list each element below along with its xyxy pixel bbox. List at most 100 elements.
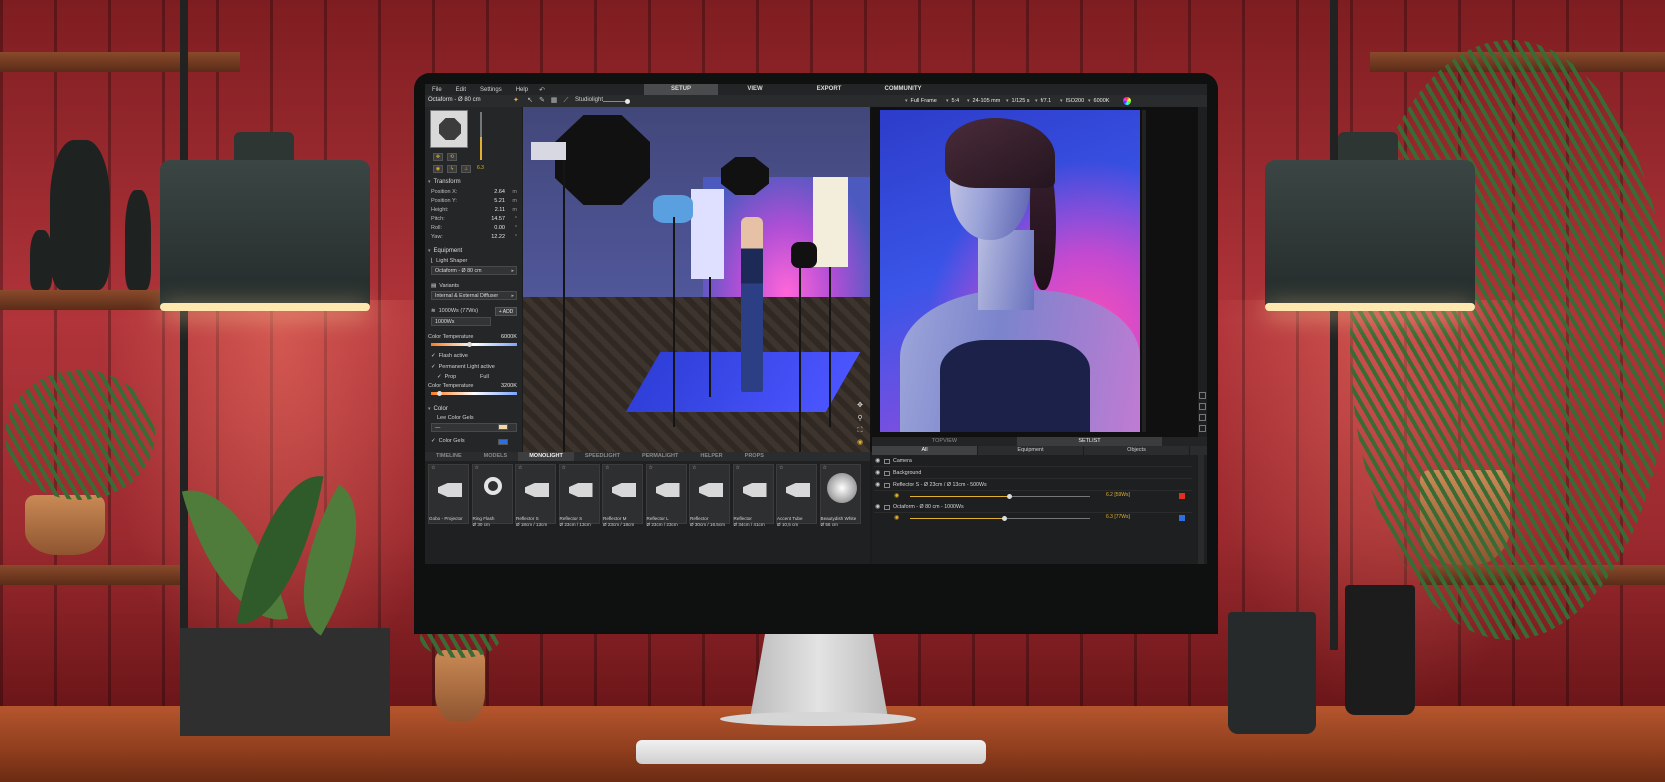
move-icon[interactable]: ✥: [856, 402, 864, 410]
camera-aperture[interactable]: ▾ f/7.1: [1035, 96, 1051, 106]
eye-icon[interactable]: ◉: [875, 502, 880, 513]
camera-wb[interactable]: ▾ 6000K: [1088, 96, 1109, 106]
grid-icon[interactable]: ▦: [549, 96, 559, 106]
favorite-icon[interactable]: ☆: [605, 465, 609, 471]
compare-icon[interactable]: [1199, 414, 1206, 421]
tab-topview[interactable]: TOPVIEW: [872, 437, 1017, 446]
favorite-icon[interactable]: ☆: [431, 465, 435, 471]
tab-props[interactable]: PROPS: [734, 452, 775, 461]
bulb-icon[interactable]: ◉: [894, 492, 899, 499]
studio-3d-viewport[interactable]: ✥ ⚲ ⛶ ◉: [523, 107, 870, 452]
color-temp-knob[interactable]: [467, 342, 472, 347]
move-icon[interactable]: ✥: [433, 153, 443, 161]
library-item[interactable]: ☆: [645, 464, 687, 524]
eye-icon[interactable]: ◉: [856, 439, 864, 447]
color-header[interactable]: ▾ Color: [428, 406, 448, 412]
setlist-row-reflector[interactable]: ◉ Reflector S - Ø 23cm / Ø 13cm - 500Ws: [874, 480, 1192, 491]
filter-all[interactable]: All: [872, 446, 978, 455]
tab-monolight[interactable]: MONOLIGHT: [518, 452, 574, 461]
histogram-icon[interactable]: [1199, 403, 1206, 410]
library-item[interactable]: ☆: [558, 464, 600, 524]
library-item[interactable]: ☆: [732, 464, 774, 524]
stand-icon[interactable]: ⊥: [461, 165, 471, 173]
favorite-icon[interactable]: ☆: [692, 465, 696, 471]
light-shaper-dropdown[interactable]: Octaform - Ø 80 cm ▸: [431, 266, 517, 275]
pin-icon[interactable]: ✦: [513, 96, 519, 104]
color-temp2-slider[interactable]: [431, 392, 517, 395]
bulb-icon[interactable]: ◉: [894, 514, 899, 521]
flash-power-field[interactable]: 1000Ws: [431, 317, 491, 326]
zoom-icon[interactable]: ⚲: [856, 415, 864, 423]
favorite-icon[interactable]: ☆: [779, 465, 783, 471]
library-item[interactable]: ☆: [428, 464, 469, 524]
studiolight-slider-knob[interactable]: [625, 99, 630, 104]
menu-help[interactable]: Help: [509, 87, 535, 93]
library-item[interactable]: ☆: [819, 464, 861, 524]
eye-icon[interactable]: ◉: [875, 468, 880, 479]
setlist-row-octaform[interactable]: ◉ Octaform - Ø 80 cm - 1000Ws: [874, 502, 1192, 513]
menu-edit[interactable]: Edit: [449, 87, 473, 93]
library-item[interactable]: ☆: [602, 464, 643, 524]
octaform-color-swatch[interactable]: [1179, 515, 1185, 521]
filter-equipment[interactable]: Equipment: [978, 446, 1084, 455]
measure-icon[interactable]: ⟋: [561, 96, 571, 106]
color-wheel-icon[interactable]: [1123, 97, 1131, 105]
eye-icon[interactable]: ◉: [875, 456, 880, 467]
camera-ratio[interactable]: ▾ 5:4: [946, 96, 959, 106]
favorite-icon[interactable]: ☆: [649, 465, 653, 471]
camera-lens[interactable]: ▾ 24-105 mm: [967, 96, 1000, 106]
favorite-icon[interactable]: ☆: [736, 465, 740, 471]
octabox-light[interactable]: [555, 115, 650, 205]
pitch-row[interactable]: Pitch: 14.57 °: [431, 216, 519, 224]
eye-icon[interactable]: ◉: [875, 480, 880, 491]
favorite-icon[interactable]: ☆: [562, 465, 566, 471]
flash-icon[interactable]: ϟ: [447, 165, 457, 173]
library-item[interactable]: ☆: [689, 464, 730, 524]
octaform-power-knob[interactable]: [1001, 516, 1007, 521]
camera-format[interactable]: ▾ Full Frame: [905, 96, 937, 106]
tab-helper[interactable]: HELPER: [689, 452, 733, 461]
filter-objects[interactable]: Objects: [1084, 446, 1190, 455]
tab-permalight[interactable]: PERMALIGHT: [631, 452, 689, 461]
menu-file[interactable]: File: [425, 87, 449, 93]
tab-speedlight[interactable]: SPEEDLIGHT: [574, 452, 631, 461]
permanent-light-checkbox[interactable]: ✓ Permanent Light active: [431, 364, 495, 370]
position-y-row[interactable]: Position Y: 5.21 m: [431, 198, 519, 206]
height-row[interactable]: Height: 2.11 m: [431, 207, 519, 215]
prop-checkbox[interactable]: ✓ Prop: [437, 374, 456, 380]
color-gel-swatch[interactable]: [498, 439, 508, 445]
tab-view[interactable]: VIEW: [718, 84, 792, 95]
fullscreen-icon[interactable]: [1199, 425, 1206, 432]
variants-dropdown[interactable]: Internal & External Diffuser ▸: [431, 291, 517, 300]
favorite-icon[interactable]: ☆: [475, 465, 479, 471]
menu-settings[interactable]: Settings: [473, 87, 509, 93]
reflector-power-knob[interactable]: [1007, 494, 1012, 499]
model-figure[interactable]: [741, 217, 763, 392]
camera-iso[interactable]: ▾ ISO200: [1060, 96, 1084, 106]
tab-setup[interactable]: SETUP: [644, 84, 718, 95]
add-button[interactable]: + ADD: [495, 307, 517, 316]
library-item[interactable]: ☆: [471, 464, 513, 524]
equipment-header[interactable]: ▾ Equipment: [428, 248, 462, 254]
right-softbox[interactable]: [813, 177, 848, 267]
favorite-icon[interactable]: ☆: [518, 465, 522, 471]
roll-row[interactable]: Roll: 0.00 °: [431, 225, 519, 233]
tab-export[interactable]: EXPORT: [792, 84, 866, 95]
setlist-scrollbar[interactable]: [1198, 455, 1204, 564]
tab-setlist[interactable]: SETLIST: [1017, 437, 1162, 446]
tab-community[interactable]: COMMUNITY: [866, 84, 940, 95]
gel-swatch[interactable]: [498, 424, 508, 430]
rotate-icon[interactable]: ⟲: [447, 153, 457, 161]
pen-icon[interactable]: ✎: [537, 96, 547, 106]
reflector-color-swatch[interactable]: [1179, 493, 1185, 499]
camera-shutter[interactable]: ▾ 1/125 s: [1006, 96, 1030, 106]
cursor-icon[interactable]: ↖: [525, 96, 535, 106]
tab-models[interactable]: MODELS: [473, 452, 519, 461]
color-gels-checkbox[interactable]: ✓ Color Gels: [431, 438, 465, 444]
setlist-row-background[interactable]: ◉ Background: [874, 468, 1192, 479]
library-item[interactable]: ☆: [515, 464, 556, 524]
undo-icon[interactable]: ↶: [535, 86, 549, 94]
scrollbar[interactable]: [1142, 110, 1146, 432]
grid-icon[interactable]: [1199, 392, 1206, 399]
flash-active-checkbox[interactable]: ✓ Flash active: [431, 353, 468, 359]
